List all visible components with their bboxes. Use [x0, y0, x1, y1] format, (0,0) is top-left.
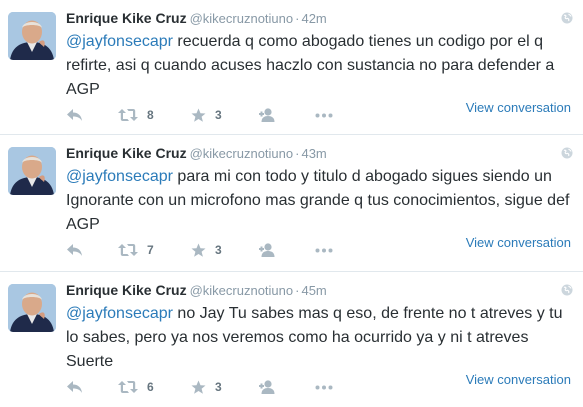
more-icon [315, 113, 333, 117]
star-icon [191, 108, 206, 122]
retweet-icon [118, 244, 138, 256]
favorite-count: 3 [215, 380, 222, 394]
favorite-count: 3 [215, 108, 222, 122]
separator: · [295, 146, 300, 161]
separator: · [295, 283, 300, 298]
star-icon [191, 243, 206, 257]
favorite-button[interactable]: 3 [191, 378, 222, 396]
timestamp[interactable]: 43m [301, 146, 326, 161]
tweet-text: @jayfonsecapr recuerda q como abogado ti… [66, 30, 571, 102]
author-handle[interactable]: @kikecruznotiuno [190, 11, 294, 26]
retweet-icon [118, 381, 138, 393]
author-name[interactable]: Enrique Kike Cruz [66, 282, 187, 298]
timestamp[interactable]: 45m [301, 283, 326, 298]
mention-link[interactable]: @jayfonsecapr [66, 168, 173, 185]
timestamp[interactable]: 42m [301, 11, 326, 26]
mention-link[interactable]: @jayfonsecapr [66, 305, 173, 322]
avatar[interactable] [8, 147, 56, 195]
tweet-text: @jayfonsecapr no Jay Tu sabes mas q eso,… [66, 302, 571, 374]
avatar[interactable] [8, 284, 56, 332]
tweet-header: Enrique Kike Cruz @kikecruznotiuno · 42m [66, 10, 571, 30]
tweet-header: Enrique Kike Cruz @kikecruznotiuno · 45m [66, 282, 571, 302]
favorite-button[interactable]: 3 [191, 241, 222, 259]
tweet-actions: 8 3 [66, 106, 366, 124]
retweet-count: 8 [147, 108, 154, 122]
author-name[interactable]: Enrique Kike Cruz [66, 145, 187, 161]
follow-button[interactable] [259, 241, 279, 259]
retweet-button[interactable]: 8 [118, 106, 154, 124]
more-icon [315, 385, 333, 389]
tweet-actions: 7 3 [66, 241, 366, 259]
globe-icon [561, 12, 573, 24]
separator: · [295, 11, 300, 26]
retweet-count: 7 [147, 243, 154, 257]
view-conversation-link[interactable]: View conversation [466, 372, 571, 387]
author-handle[interactable]: @kikecruznotiuno [190, 146, 294, 161]
reply-icon [67, 109, 82, 121]
author-handle[interactable]: @kikecruznotiuno [190, 283, 294, 298]
retweet-icon [118, 109, 138, 121]
author-name[interactable]: Enrique Kike Cruz [66, 10, 187, 26]
follow-icon [259, 379, 275, 394]
retweet-button[interactable]: 6 [118, 378, 154, 396]
mention-link[interactable]: @jayfonsecapr [66, 33, 173, 50]
favorite-count: 3 [215, 243, 222, 257]
follow-icon [259, 107, 275, 122]
follow-button[interactable] [259, 378, 279, 396]
reply-button[interactable] [66, 378, 83, 396]
view-conversation-link[interactable]: View conversation [466, 100, 571, 115]
tweet-text: @jayfonsecapr para mi con todo y titulo … [66, 165, 571, 237]
follow-button[interactable] [259, 106, 279, 124]
tweet-actions: 6 3 [66, 378, 366, 396]
tweet-header: Enrique Kike Cruz @kikecruznotiuno · 43m [66, 145, 571, 165]
more-icon [315, 248, 333, 252]
follow-icon [259, 242, 275, 257]
reply-icon [67, 244, 82, 256]
reply-icon [67, 381, 82, 393]
globe-icon [561, 284, 573, 296]
retweet-button[interactable]: 7 [118, 241, 154, 259]
retweet-count: 6 [147, 380, 154, 394]
avatar[interactable] [8, 12, 56, 60]
reply-button[interactable] [66, 106, 83, 124]
more-button[interactable] [315, 106, 333, 124]
tweet[interactable]: Enrique Kike Cruz @kikecruznotiuno · 45m @j… [0, 272, 583, 407]
more-button[interactable] [315, 241, 333, 259]
tweet[interactable]: Enrique Kike Cruz @kikecruznotiuno · 43m @j… [0, 135, 583, 271]
reply-button[interactable] [66, 241, 83, 259]
globe-icon [561, 147, 573, 159]
view-conversation-link[interactable]: View conversation [466, 235, 571, 250]
favorite-button[interactable]: 3 [191, 106, 222, 124]
star-icon [191, 380, 206, 394]
more-button[interactable] [315, 378, 333, 396]
tweet[interactable]: Enrique Kike Cruz @kikecruznotiuno · 42m @j… [0, 0, 583, 134]
